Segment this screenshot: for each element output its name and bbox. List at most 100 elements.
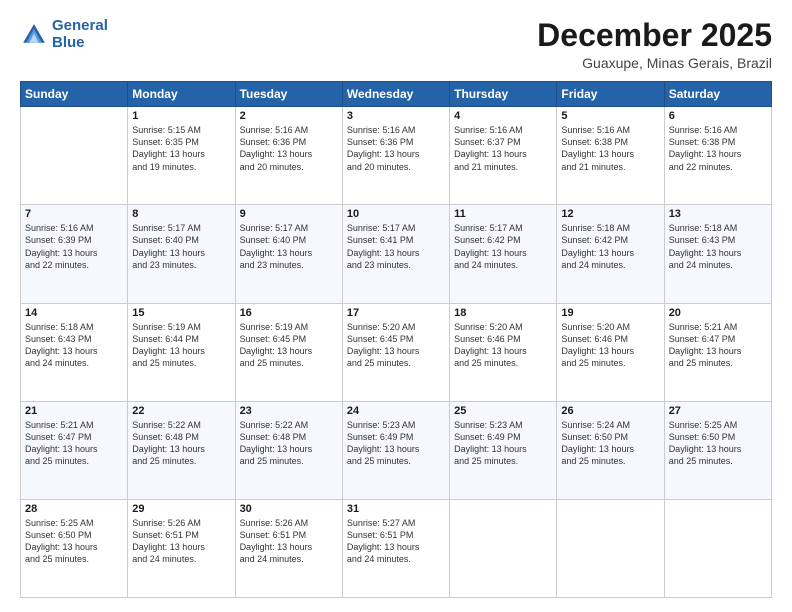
day-info: Sunrise: 5:16 AM Sunset: 6:38 PM Dayligh… xyxy=(561,124,659,173)
logo-text: General Blue xyxy=(52,18,108,51)
title-block: December 2025 Guaxupe, Minas Gerais, Bra… xyxy=(537,18,772,71)
day-number: 2 xyxy=(240,110,338,122)
day-cell: 25Sunrise: 5:23 AM Sunset: 6:49 PM Dayli… xyxy=(450,401,557,499)
day-info: Sunrise: 5:15 AM Sunset: 6:35 PM Dayligh… xyxy=(132,124,230,173)
calendar: Sunday Monday Tuesday Wednesday Thursday… xyxy=(20,81,772,598)
day-number: 29 xyxy=(132,503,230,515)
day-info: Sunrise: 5:20 AM Sunset: 6:46 PM Dayligh… xyxy=(454,321,552,370)
day-number: 9 xyxy=(240,208,338,220)
col-thursday: Thursday xyxy=(450,82,557,107)
day-info: Sunrise: 5:16 AM Sunset: 6:36 PM Dayligh… xyxy=(347,124,445,173)
day-cell: 21Sunrise: 5:21 AM Sunset: 6:47 PM Dayli… xyxy=(21,401,128,499)
day-cell: 23Sunrise: 5:22 AM Sunset: 6:48 PM Dayli… xyxy=(235,401,342,499)
day-info: Sunrise: 5:17 AM Sunset: 6:40 PM Dayligh… xyxy=(132,222,230,271)
day-number: 15 xyxy=(132,307,230,319)
day-number: 25 xyxy=(454,405,552,417)
day-cell: 3Sunrise: 5:16 AM Sunset: 6:36 PM Daylig… xyxy=(342,107,449,205)
day-number: 19 xyxy=(561,307,659,319)
month-title: December 2025 xyxy=(537,18,772,53)
day-number: 26 xyxy=(561,405,659,417)
day-cell: 31 Sunrise: 5:27 AM Sunset: 6:51 PM Dayli… xyxy=(342,499,449,597)
day-number: 31 xyxy=(347,503,445,515)
day-number: 18 xyxy=(454,307,552,319)
day-info: Sunrise: 5:18 AM Sunset: 6:43 PM Dayligh… xyxy=(25,321,123,370)
logo-blue: Blue xyxy=(52,34,85,51)
logo-general: General xyxy=(52,17,108,34)
day-cell: 18 Sunrise: 5:20 AM Sunset: 6:46 PM Dayli… xyxy=(450,303,557,401)
col-monday: Monday xyxy=(128,82,235,107)
day-cell xyxy=(450,499,557,597)
day-number: 17 xyxy=(347,307,445,319)
day-info: Sunrise: 5:16 AM Sunset: 6:36 PM Dayligh… xyxy=(240,124,338,173)
col-friday: Friday xyxy=(557,82,664,107)
day-info: Sunrise: 5:16 AM Sunset: 6:37 PM Dayligh… xyxy=(454,124,552,173)
day-info: Sunrise: 5:18 AM Sunset: 6:43 PM Dayligh… xyxy=(669,222,767,271)
day-cell: 2 Sunrise: 5:16 AM Sunset: 6:36 PM Daylig… xyxy=(235,107,342,205)
day-number: 22 xyxy=(132,405,230,417)
day-info: Sunrise: 5:20 AM Sunset: 6:45 PM Dayligh… xyxy=(347,321,445,370)
day-info: Sunrise: 5:19 AM Sunset: 6:44 PM Dayligh… xyxy=(132,321,230,370)
logo-icon xyxy=(20,21,48,49)
day-info: Sunrise: 5:26 AM Sunset: 6:51 PM Dayligh… xyxy=(132,517,230,566)
day-cell: 8 Sunrise: 5:17 AM Sunset: 6:40 PM Daylig… xyxy=(128,205,235,303)
day-number: 11 xyxy=(454,208,552,220)
day-info: Sunrise: 5:17 AM Sunset: 6:40 PM Dayligh… xyxy=(240,222,338,271)
day-number: 16 xyxy=(240,307,338,319)
day-number: 6 xyxy=(669,110,767,122)
day-cell: 1 Sunrise: 5:15 AM Sunset: 6:35 PM Daylig… xyxy=(128,107,235,205)
day-number: 14 xyxy=(25,307,123,319)
week-row-4: 21Sunrise: 5:21 AM Sunset: 6:47 PM Dayli… xyxy=(21,401,772,499)
week-row-5: 28 Sunrise: 5:25 AM Sunset: 6:50 PM Dayli… xyxy=(21,499,772,597)
day-info: Sunrise: 5:23 AM Sunset: 6:49 PM Dayligh… xyxy=(347,419,445,468)
day-number: 20 xyxy=(669,307,767,319)
day-info: Sunrise: 5:26 AM Sunset: 6:51 PM Dayligh… xyxy=(240,517,338,566)
day-number: 28 xyxy=(25,503,123,515)
day-info: Sunrise: 5:20 AM Sunset: 6:46 PM Dayligh… xyxy=(561,321,659,370)
day-number: 1 xyxy=(132,110,230,122)
col-tuesday: Tuesday xyxy=(235,82,342,107)
day-info: Sunrise: 5:17 AM Sunset: 6:42 PM Dayligh… xyxy=(454,222,552,271)
day-number: 4 xyxy=(454,110,552,122)
day-cell xyxy=(21,107,128,205)
day-cell: 10Sunrise: 5:17 AM Sunset: 6:41 PM Dayli… xyxy=(342,205,449,303)
day-info: Sunrise: 5:16 AM Sunset: 6:39 PM Dayligh… xyxy=(25,222,123,271)
day-number: 30 xyxy=(240,503,338,515)
day-info: Sunrise: 5:22 AM Sunset: 6:48 PM Dayligh… xyxy=(240,419,338,468)
header: General Blue December 2025 Guaxupe, Mina… xyxy=(20,18,772,71)
day-info: Sunrise: 5:27 AM Sunset: 6:51 PM Dayligh… xyxy=(347,517,445,566)
day-number: 12 xyxy=(561,208,659,220)
day-info: Sunrise: 5:25 AM Sunset: 6:50 PM Dayligh… xyxy=(25,517,123,566)
day-cell: 20 Sunrise: 5:21 AM Sunset: 6:47 PM Dayli… xyxy=(664,303,771,401)
day-info: Sunrise: 5:25 AM Sunset: 6:50 PM Dayligh… xyxy=(669,419,767,468)
col-saturday: Saturday xyxy=(664,82,771,107)
day-cell: 27Sunrise: 5:25 AM Sunset: 6:50 PM Dayli… xyxy=(664,401,771,499)
day-cell xyxy=(557,499,664,597)
logo: General Blue xyxy=(20,18,108,51)
day-cell: 7 Sunrise: 5:16 AM Sunset: 6:39 PM Daylig… xyxy=(21,205,128,303)
day-info: Sunrise: 5:19 AM Sunset: 6:45 PM Dayligh… xyxy=(240,321,338,370)
day-cell: 16 Sunrise: 5:19 AM Sunset: 6:45 PM Dayli… xyxy=(235,303,342,401)
col-wednesday: Wednesday xyxy=(342,82,449,107)
day-cell: 19 Sunrise: 5:20 AM Sunset: 6:46 PM Dayli… xyxy=(557,303,664,401)
day-info: Sunrise: 5:21 AM Sunset: 6:47 PM Dayligh… xyxy=(25,419,123,468)
day-cell: 26 Sunrise: 5:24 AM Sunset: 6:50 PM Dayli… xyxy=(557,401,664,499)
col-sunday: Sunday xyxy=(21,82,128,107)
day-number: 10 xyxy=(347,208,445,220)
day-cell: 12 Sunrise: 5:18 AM Sunset: 6:42 PM Dayli… xyxy=(557,205,664,303)
week-row-3: 14 Sunrise: 5:18 AM Sunset: 6:43 PM Dayli… xyxy=(21,303,772,401)
day-cell: 5Sunrise: 5:16 AM Sunset: 6:38 PM Daylig… xyxy=(557,107,664,205)
day-info: Sunrise: 5:24 AM Sunset: 6:50 PM Dayligh… xyxy=(561,419,659,468)
day-number: 8 xyxy=(132,208,230,220)
day-cell: 28 Sunrise: 5:25 AM Sunset: 6:50 PM Dayli… xyxy=(21,499,128,597)
day-cell: 9 Sunrise: 5:17 AM Sunset: 6:40 PM Daylig… xyxy=(235,205,342,303)
day-info: Sunrise: 5:18 AM Sunset: 6:42 PM Dayligh… xyxy=(561,222,659,271)
day-number: 7 xyxy=(25,208,123,220)
day-cell: 24Sunrise: 5:23 AM Sunset: 6:49 PM Dayli… xyxy=(342,401,449,499)
day-cell: 13 Sunrise: 5:18 AM Sunset: 6:43 PM Dayli… xyxy=(664,205,771,303)
day-info: Sunrise: 5:21 AM Sunset: 6:47 PM Dayligh… xyxy=(669,321,767,370)
day-number: 13 xyxy=(669,208,767,220)
location-subtitle: Guaxupe, Minas Gerais, Brazil xyxy=(537,55,772,71)
day-cell: 15 Sunrise: 5:19 AM Sunset: 6:44 PM Dayli… xyxy=(128,303,235,401)
day-info: Sunrise: 5:16 AM Sunset: 6:38 PM Dayligh… xyxy=(669,124,767,173)
day-info: Sunrise: 5:22 AM Sunset: 6:48 PM Dayligh… xyxy=(132,419,230,468)
